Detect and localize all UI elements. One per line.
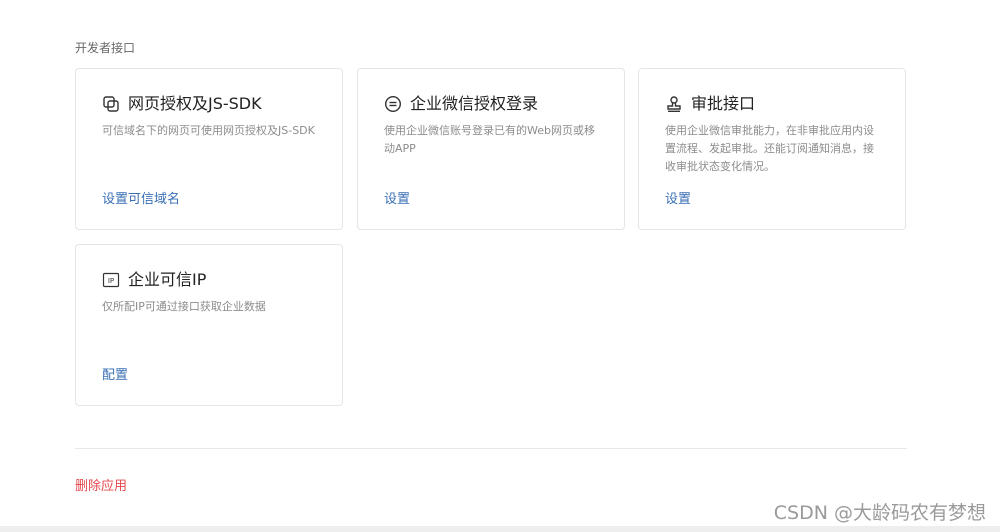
login-circle-icon	[384, 95, 402, 113]
login-settings-link[interactable]: 设置	[384, 191, 410, 209]
card-title: 企业微信授权登录	[410, 94, 539, 113]
approval-settings-link[interactable]: 设置	[665, 191, 691, 209]
card-trusted-ip: IP 企业可信IP 仅所配IP可通过接口获取企业数据 配置	[75, 244, 343, 406]
set-trusted-domain-link[interactable]: 设置可信域名	[102, 191, 180, 209]
approval-stamp-icon	[665, 95, 683, 113]
card-description: 仅所配IP可通过接口获取企业数据	[102, 300, 266, 313]
card-web-auth-jssdk: 网页授权及JS-SDK 可信域名下的网页可使用网页授权及JS-SDK 设置可信域…	[75, 68, 343, 230]
delete-app-button[interactable]: 删除应用	[75, 478, 127, 496]
card-approval-api: 审批接口 使用企业微信审批能力，在非审批应用内设置流程、发起审批。还能订阅通知消…	[638, 68, 906, 230]
card-title: 企业可信IP	[128, 270, 207, 289]
card-description: 使用企业微信审批能力，在非审批应用内设置流程、发起审批。还能订阅通知消息，接收审…	[665, 124, 874, 173]
watermark: CSDN @大龄码农有梦想	[773, 502, 986, 524]
card-wecom-login: 企业微信授权登录 使用企业微信账号登录已有的Web网页或移动APP 设置	[357, 68, 625, 230]
card-title: 网页授权及JS-SDK	[128, 94, 262, 113]
ip-badge-icon: IP	[102, 271, 120, 289]
card-header: 网页授权及JS-SDK	[102, 93, 262, 115]
card-header: 企业微信授权登录	[384, 93, 538, 115]
configure-ip-link[interactable]: 配置	[102, 367, 128, 385]
card-description: 可信域名下的网页可使用网页授权及JS-SDK	[102, 124, 315, 137]
svg-text:IP: IP	[108, 277, 114, 285]
section-title: 开发者接口	[75, 41, 136, 55]
card-description: 使用企业微信账号登录已有的Web网页或移动APP	[384, 124, 595, 155]
section-divider	[75, 448, 907, 449]
card-header: IP 企业可信IP	[102, 269, 206, 291]
copy-squares-icon	[102, 95, 120, 113]
bottom-scroll-strip	[0, 526, 1000, 532]
card-title: 审批接口	[691, 94, 756, 113]
card-header: 审批接口	[665, 93, 755, 115]
